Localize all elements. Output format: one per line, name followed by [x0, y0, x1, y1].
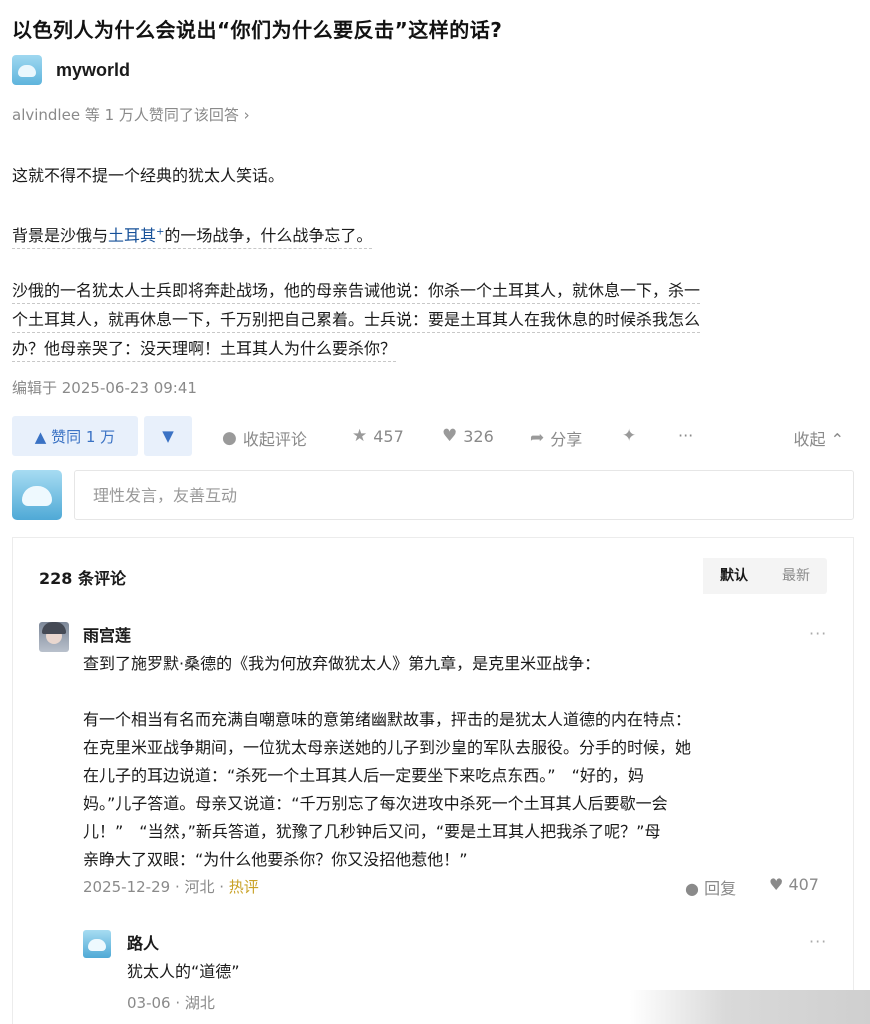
- commenter-avatar[interactable]: [39, 622, 69, 652]
- downvote-button[interactable]: ▼: [144, 416, 192, 456]
- comment-input[interactable]: 理性发言，友善互动: [74, 470, 854, 520]
- comment-line: 在儿子的耳边说道：“杀死一个土耳其人后一定要坐下来吃点东西。” “好的，妈: [83, 766, 644, 785]
- p3-line-2: 个土耳其人，就再休息一下，千万别把自己累着。士兵说：要是土耳其人在我休息的时候杀…: [12, 310, 701, 333]
- sub-comment-body: 犹太人的“道德”: [127, 962, 240, 981]
- avatar[interactable]: [12, 55, 42, 85]
- answer-paragraph-2: 背景是沙俄与土耳其+的一场战争，什么战争忘了。: [12, 218, 847, 250]
- sparkle-button[interactable]: ✦: [622, 426, 642, 446]
- paragraph-2-text: 背景是沙俄与土耳其+的一场战争，什么战争忘了。: [12, 226, 373, 250]
- comment-like-button[interactable]: ♥ 407: [769, 875, 819, 894]
- p3-line-3: 办？他母亲哭了：没天理啊！土耳其人为什么要杀你？: [12, 339, 397, 362]
- comment-line: 亲睁大了双眼：“为什么他要杀你？你又没招他惹他！”: [83, 850, 468, 869]
- sub-comment-meta: 03-06 · 湖北: [127, 992, 215, 1013]
- heart-icon: ♥: [442, 426, 458, 446]
- heart-icon: ♥: [769, 875, 784, 894]
- share-label: 分享: [550, 430, 583, 449]
- sub-commenter-avatar[interactable]: [83, 930, 111, 958]
- sort-default-button[interactable]: 默认: [703, 558, 765, 594]
- p3-line-1: 沙俄的一名犹太人士兵即将奔赴战场，他的母亲告诫他说：你杀一个土耳其人，就休息一下…: [12, 281, 701, 304]
- comment-more-button[interactable]: ···: [809, 624, 827, 643]
- comment-icon: ●: [222, 428, 237, 448]
- edited-time: 编辑于 2025-06-23 09:41: [12, 379, 197, 397]
- sparkle-icon: ✦: [622, 426, 637, 446]
- collapse-answer-button[interactable]: 收起 ⌃: [794, 426, 845, 450]
- sub-comment-location: · 湖北: [170, 994, 215, 1012]
- collapse-comments-button[interactable]: ● 收起评论: [222, 426, 307, 450]
- collapse-comments-label: 收起评论: [242, 430, 307, 449]
- sub-comment-date: 03-06: [127, 994, 171, 1012]
- comment-line: 有一个相当有名而充满自嘲意味的意第绪幽默故事，抨击的是犹太人道德的内在特点：: [83, 710, 692, 729]
- comment-likes-count: 407: [788, 875, 819, 894]
- favorite-button[interactable]: ★ 457: [352, 426, 404, 446]
- favorites-count: 457: [373, 426, 404, 446]
- comment-line-empty: [83, 678, 823, 706]
- comment-line: 妈。”儿子答道。母亲又说道：“千万别忘了每次进攻中杀死一个土耳其人后要歇一会: [83, 794, 668, 813]
- p2-post: 的一场战争，什么战争忘了。: [164, 226, 373, 246]
- likers-text[interactable]: alvindlee 等 1 万人赞同了该回答 ›: [12, 104, 250, 125]
- comment-line: 查到了施罗默·桑德的《我为何放弃做犹太人》第九章，是克里米亚战争：: [83, 654, 601, 673]
- turkey-link[interactable]: 土耳其: [108, 226, 156, 245]
- reply-label: 回复: [704, 879, 737, 898]
- hot-badge: 热评: [228, 878, 259, 896]
- answer-paragraph-1: 这就不得不提一个经典的犹太人笑话。: [12, 166, 285, 185]
- comment-line: 在克里米亚战争期间，一位犹太母亲送她的儿子到沙皇的军队去服役。分手的时候，她: [83, 738, 692, 757]
- sort-latest-button[interactable]: 最新: [765, 558, 827, 594]
- commenter-name[interactable]: 雨宫莲: [83, 622, 131, 646]
- comments-count: 228 条评论: [39, 569, 126, 588]
- star-icon: ★: [352, 426, 368, 446]
- comment-date: 2025-12-29: [83, 878, 171, 896]
- p2-pre: 背景是沙俄与: [12, 226, 109, 246]
- comment-line: 儿！” “当然，”新兵答道，犹豫了几秒钟后又问，“要是土耳其人把我杀了呢？”母: [83, 822, 661, 841]
- share-icon: ➦: [530, 428, 545, 448]
- comment-reply-button[interactable]: ● 回复: [685, 875, 736, 899]
- comment-body: 查到了施罗默·桑德的《我为何放弃做犹太人》第九章，是克里米亚战争： 有一个相当有…: [83, 650, 823, 874]
- answer-author[interactable]: myworld: [12, 55, 130, 85]
- reply-icon: ●: [685, 879, 699, 898]
- sub-commenter-name[interactable]: 路人: [127, 930, 159, 954]
- current-user-avatar[interactable]: [12, 470, 62, 520]
- watermark-blur: [630, 990, 870, 1024]
- comment-location: · 河北 ·: [170, 878, 229, 896]
- comments-panel: 228 条评论 默认 最新 雨宫莲 ··· 查到了施罗默·桑德的《我为何放弃做犹…: [12, 537, 854, 1024]
- action-bar: ▲ 赞同 1 万 ▼ ● 收起评论 ★ 457 ♥ 326 ➦ 分享 ✦ ··· 收起 …: [12, 416, 852, 456]
- reply-row: 理性发言，友善互动: [12, 470, 854, 522]
- upvote-button[interactable]: ▲ 赞同 1 万: [12, 416, 138, 456]
- more-button[interactable]: ···: [678, 426, 693, 445]
- share-button[interactable]: ➦ 分享: [530, 426, 582, 450]
- like-button[interactable]: ♥ 326: [442, 426, 494, 446]
- likes-count: 326: [463, 426, 494, 446]
- comment-sort-toggle: 默认 最新: [703, 558, 827, 594]
- sub-comment-more-button[interactable]: ···: [809, 932, 827, 951]
- comment-meta: 2025-12-29 · 河北 · 热评: [83, 876, 259, 897]
- answer-paragraph-3: 沙俄的一名犹太人士兵即将奔赴战场，他的母亲告诫他说：你杀一个土耳其人，就休息一下…: [12, 276, 847, 363]
- question-title[interactable]: 以色列人为什么会说出“你们为什么要反击”这样的话?: [12, 14, 502, 43]
- more-icon: ···: [678, 426, 694, 445]
- author-name[interactable]: myworld: [56, 60, 130, 81]
